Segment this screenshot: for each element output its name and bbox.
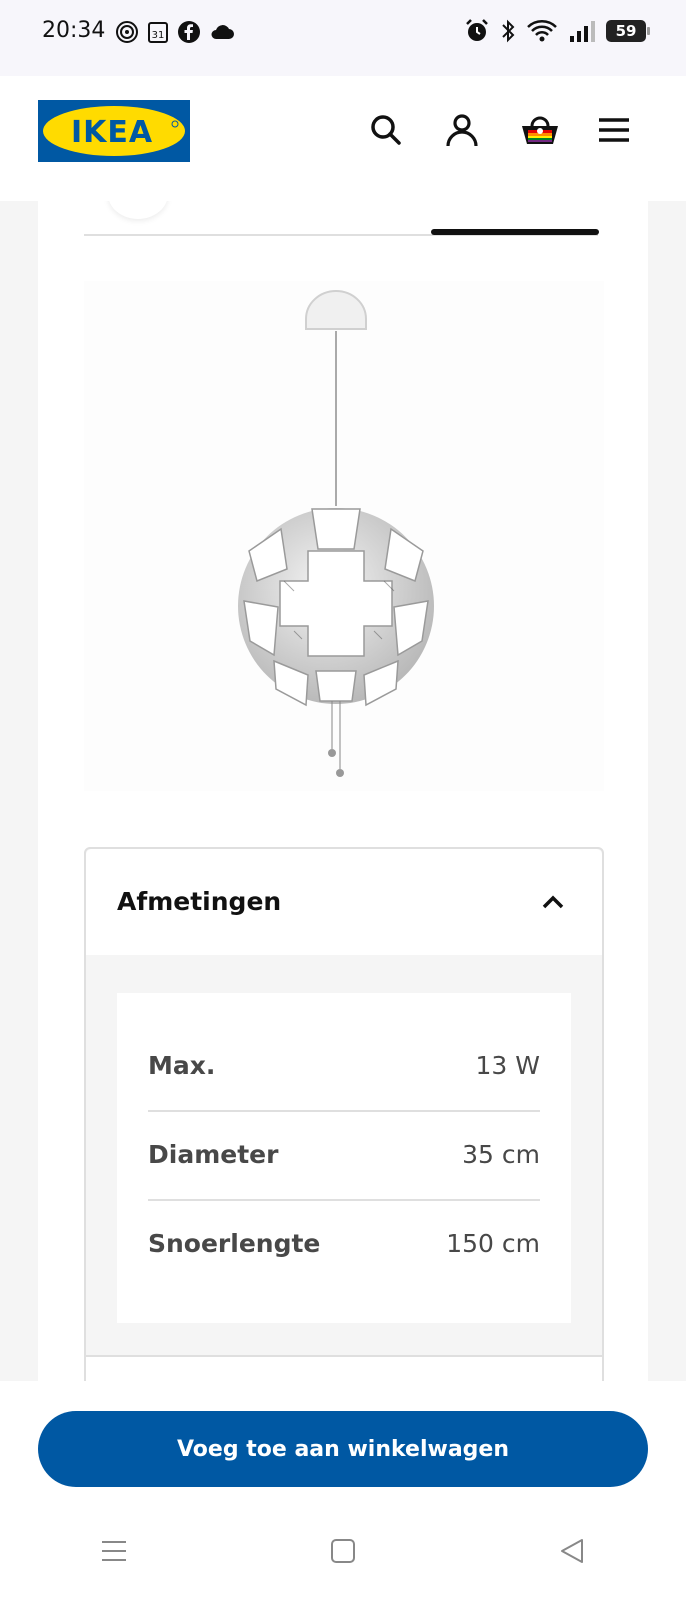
fingerprint-icon [116,21,138,43]
system-nav-bar [0,1521,686,1581]
home-icon[interactable] [325,1533,361,1569]
facebook-icon [178,21,200,43]
tab-thumbnail[interactable] [108,201,168,219]
dimensions-panel: Max. 13 W Diameter 35 cm Snoerlengte 150… [117,993,571,1323]
dimension-row: Snoerlengte 150 cm [148,1199,540,1288]
dimension-value: 150 cm [446,1229,540,1258]
dimension-label: Snoerlengte [148,1229,321,1258]
status-time: 20:34 [42,18,106,43]
app-header: IKEA [0,76,686,201]
product-content: Afmetingen Max. 13 W Diameter 35 cm Snoe… [38,201,648,1381]
active-tab-indicator[interactable] [431,229,599,235]
battery-level: 59 [615,22,637,40]
recents-icon[interactable] [96,1533,132,1569]
menu-icon[interactable] [596,112,632,148]
search-icon[interactable] [368,112,404,148]
next-accordion-section[interactable] [86,1355,602,1381]
signal-icon [570,21,595,42]
add-to-cart-button[interactable]: Voeg toe aan winkelwagen [38,1411,648,1487]
bottom-bar: Voeg toe aan winkelwagen [0,1381,686,1600]
dimension-row: Diameter 35 cm [148,1110,540,1201]
chevron-up-icon[interactable] [540,889,566,915]
dimension-label: Max. [148,1051,216,1080]
back-icon[interactable] [554,1533,590,1569]
basket-icon[interactable] [520,112,558,148]
dimension-value: 35 cm [462,1140,540,1169]
product-image[interactable] [84,281,604,791]
dimension-value: 13 W [475,1051,540,1080]
logo-text: IKEA [71,115,153,150]
alarm-icon [466,19,488,41]
battery-indicator: 59 [606,20,650,42]
calendar-icon: 31 [148,22,168,43]
account-icon[interactable] [444,112,480,148]
status-bar: 20:34 31 59 [0,0,686,76]
dimension-label: Diameter [148,1140,279,1169]
cloud-icon [211,25,234,39]
bluetooth-icon [502,19,515,43]
calendar-day: 31 [152,30,165,41]
accordion-header[interactable]: Afmetingen [86,849,602,955]
dimensions-accordion: Afmetingen Max. 13 W Diameter 35 cm Snoe… [84,847,604,1381]
dimension-row: Max. 13 W [148,1021,540,1112]
wifi-icon [527,20,557,42]
ikea-logo[interactable]: IKEA [38,100,190,162]
accordion-title: Afmetingen [117,887,282,916]
pendant-lamp-image [238,290,434,777]
